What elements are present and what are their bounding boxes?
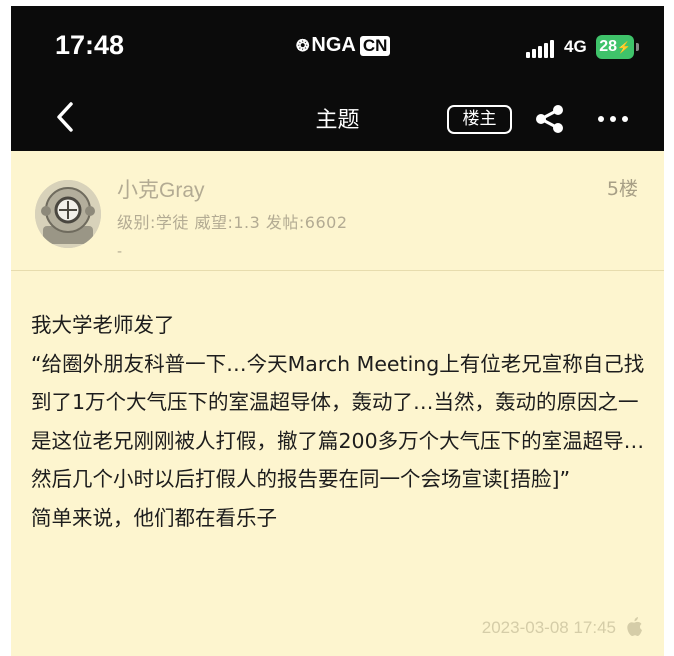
nga-logo: ❂ NGA CN [296, 34, 391, 57]
nga-logo-cn: CN [359, 35, 391, 56]
content-line: “给圈外朋友科普一下…今天March Meeting上有位老兄宣称自己找到了1万… [31, 351, 645, 492]
nga-logo-text: NGA [311, 34, 356, 56]
content-line: 简单来说，他们都在看乐子 [31, 505, 277, 530]
share-icon [536, 105, 563, 133]
battery-icon: 28⚡ [596, 35, 634, 59]
share-button[interactable] [533, 104, 567, 134]
battery-nub [636, 43, 639, 51]
network-type: 4G [564, 37, 587, 56]
author-name[interactable]: 小克Gray [117, 174, 205, 204]
more-button[interactable] [593, 104, 633, 134]
divider [11, 270, 664, 271]
nga-logo-icon: ❂ [296, 37, 310, 55]
signal-icon [526, 40, 554, 58]
content-line: 我大学老师发了 [31, 313, 175, 337]
battery-level: 28 [599, 38, 618, 55]
diving-helmet-icon [35, 180, 101, 248]
floor-number: 5楼 [606, 178, 638, 200]
app-screen: 17:48 ❂ NGA CN 4G 28⚡ 主题 楼主 小克Gray 级别:学徒… [11, 6, 664, 656]
author-meta: 级别:学徒 威望:1.3 发帖:6602 [117, 213, 348, 232]
more-dots-icon [598, 116, 628, 122]
post-content: 我大学老师发了 “给圈外朋友科普一下…今天March Meeting上有位老兄宣… [31, 306, 651, 537]
avatar[interactable] [35, 180, 101, 248]
owner-only-button[interactable]: 楼主 [447, 105, 512, 134]
top-bar: 17:48 ❂ NGA CN 4G 28⚡ 主题 楼主 [11, 6, 664, 151]
author-extra: - [117, 244, 123, 260]
post-timestamp: 2023-03-08 17:45 [481, 618, 616, 637]
apple-icon [626, 616, 644, 638]
status-time: 17:48 [55, 30, 125, 60]
